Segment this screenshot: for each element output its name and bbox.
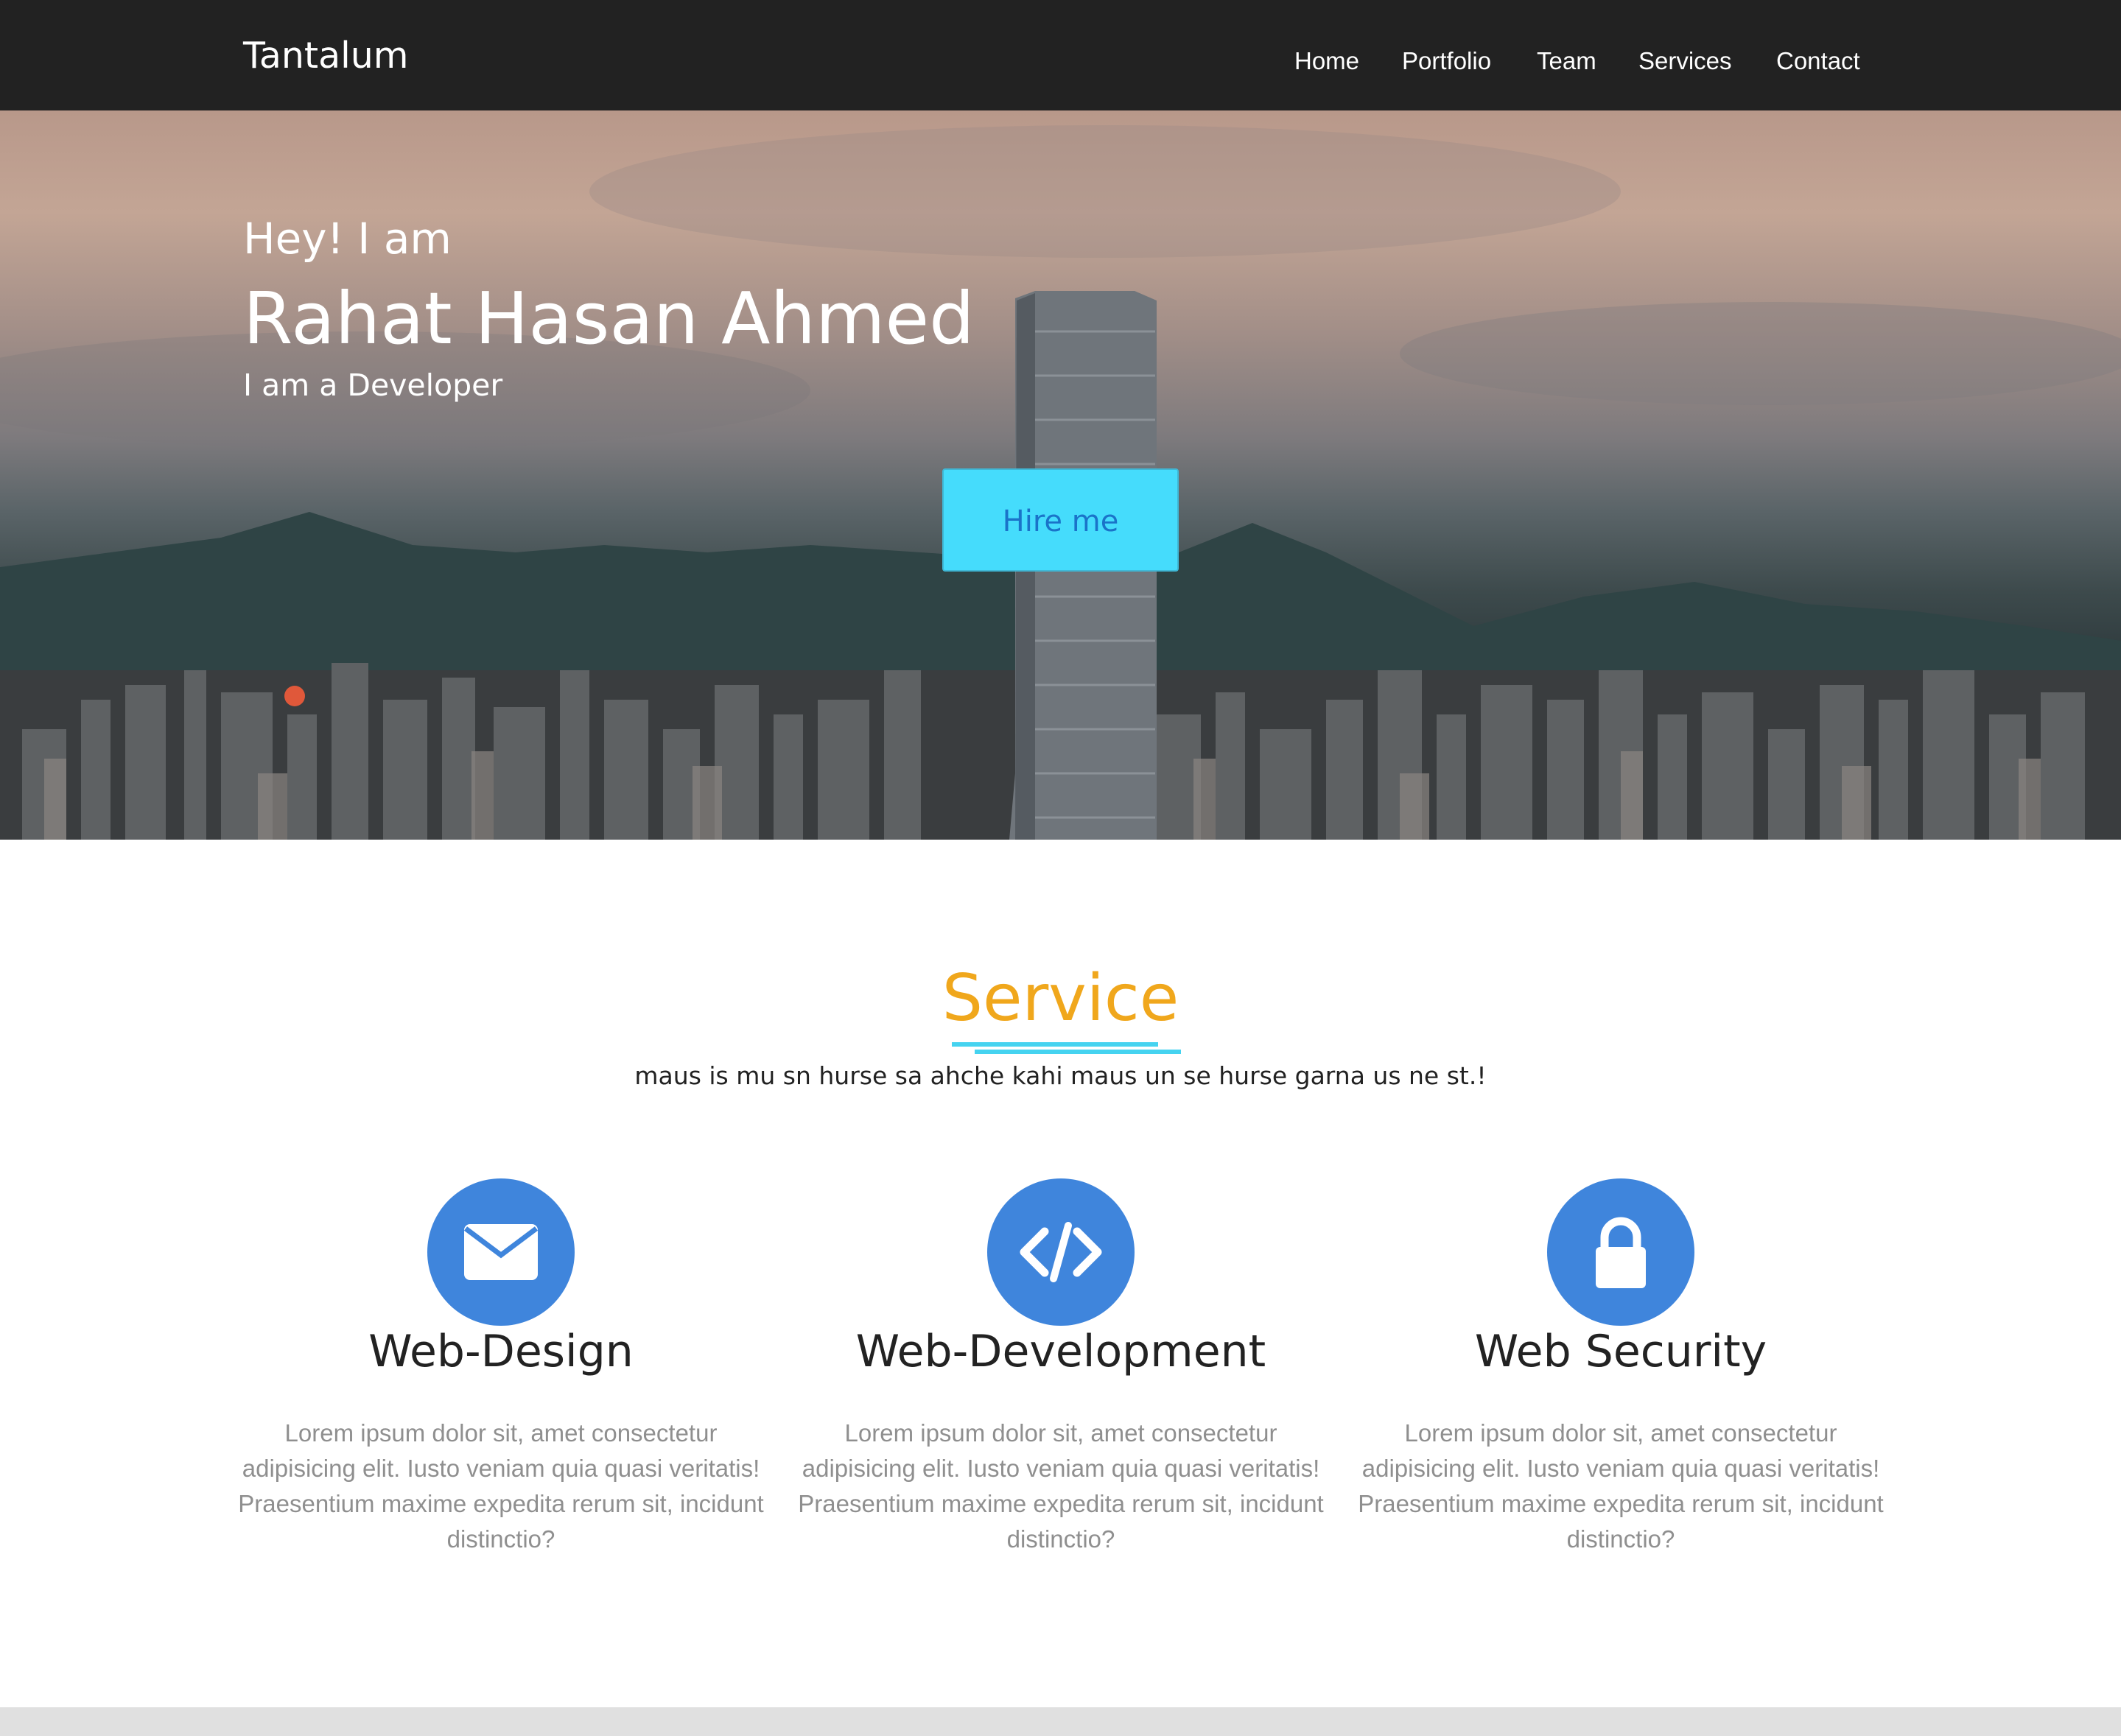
title-underline-offset bbox=[975, 1050, 1181, 1054]
nav-link-contact[interactable]: Contact bbox=[1776, 43, 1860, 80]
service-card-title: Web-Design bbox=[368, 1326, 634, 1377]
nav-link-home[interactable]: Home bbox=[1294, 43, 1359, 80]
nav-link-services[interactable]: Services bbox=[1638, 43, 1732, 80]
services-title: Service bbox=[942, 960, 1179, 1036]
service-card-web-design: Web-Design Lorem ipsum dolor sit, amet c… bbox=[228, 1178, 774, 1553]
services-subtitle: maus is mu sn hurse sa ahche kahi maus u… bbox=[634, 1061, 1487, 1090]
hero-greeting: Hey! I am bbox=[243, 214, 452, 264]
top-navbar: Tantalum Home Portfolio Team Services Co… bbox=[0, 0, 2121, 110]
service-card-title: Web-Development bbox=[855, 1326, 1266, 1377]
code-icon bbox=[1020, 1222, 1102, 1282]
nav-link-portfolio[interactable]: Portfolio bbox=[1402, 43, 1491, 80]
service-card-text: Lorem ipsum dolor sit, amet consectetur … bbox=[1358, 1419, 1884, 1553]
service-card-text: Lorem ipsum dolor sit, amet consectetur … bbox=[798, 1419, 1324, 1553]
footer-strip bbox=[0, 1707, 2121, 1736]
nav-link-team[interactable]: Team bbox=[1537, 43, 1596, 80]
lock-icon-circle bbox=[1547, 1178, 1694, 1326]
hero-role: I am a Developer bbox=[243, 368, 503, 403]
service-card-web-development: Web-Development Lorem ipsum dolor sit, a… bbox=[788, 1178, 1333, 1553]
lock-icon bbox=[1596, 1217, 1646, 1288]
hero-name: Rahat Hasan Ahmed bbox=[243, 277, 975, 360]
service-card-text: Lorem ipsum dolor sit, amet consectetur … bbox=[238, 1419, 764, 1553]
service-card-web-security: Web Security Lorem ipsum dolor sit, amet… bbox=[1348, 1178, 1893, 1553]
main-nav: Home Portfolio Team Services Contact bbox=[0, 43, 2121, 80]
envelope-icon-circle bbox=[427, 1178, 575, 1326]
hire-me-button[interactable]: Hire me bbox=[942, 468, 1179, 572]
envelope-icon bbox=[463, 1224, 539, 1280]
hero-section: Hey! I am Rahat Hasan Ahmed I am a Devel… bbox=[0, 110, 2121, 840]
title-underline bbox=[952, 1042, 1158, 1047]
code-icon-circle bbox=[987, 1178, 1135, 1326]
service-card-title: Web Security bbox=[1474, 1326, 1767, 1377]
